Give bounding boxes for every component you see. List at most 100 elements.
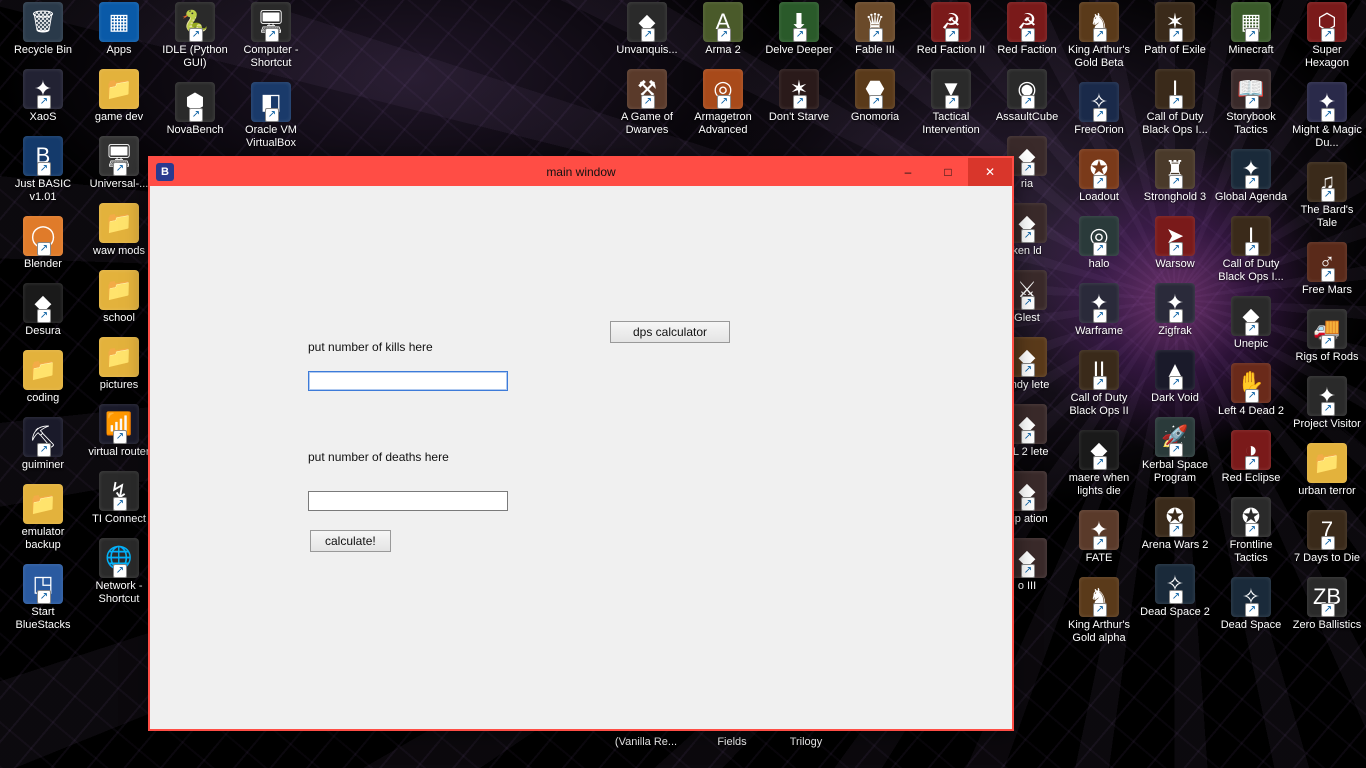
shortcut-overlay-icon: ↗ [1021,95,1035,109]
desktop-icon-king-arthur-gold-alpha[interactable]: ♞↗King Arthur's Gold alpha [1062,577,1136,645]
maximize-button[interactable]: □ [928,158,968,186]
desktop-icon-universal[interactable]: 🖥↗Universal-... [82,136,156,191]
desktop-icon-blender[interactable]: ◯↗Blender [6,216,80,271]
desktop-icon-just-basic[interactable]: B↗Just BASIC v1.01 [6,136,80,204]
shortcut-overlay-icon: ↗ [1093,175,1107,189]
desktop-icon-dark-void[interactable]: ▲↗Dark Void [1138,350,1212,405]
desktop-icon-desura[interactable]: ◆↗Desura [6,283,80,338]
calculate-button[interactable]: calculate! [310,530,391,552]
desktop-icon-stronghold3[interactable]: ♜↗Stronghold 3 [1138,149,1212,204]
desktop-icon-xaos[interactable]: ✦↗XaoS [6,69,80,124]
app-icon: B [156,163,174,181]
shortcut-overlay-icon: ↗ [189,108,203,122]
kills-input[interactable] [308,371,508,391]
desktop-icon-game-dev[interactable]: 📁game dev [82,69,156,124]
desktop-icon-zero-ballistics[interactable]: ZB↗Zero Ballistics [1290,577,1364,632]
desktop-icon-emulator-backup[interactable]: 📁emulator backup [6,484,80,552]
desktop-icon-label: IDLE (Python GUI) [158,44,232,70]
desktop-icon-arena-wars-2[interactable]: ✪↗Arena Wars 2 [1138,497,1212,552]
shortcut-overlay-icon: ↗ [1321,536,1335,550]
desktop-icon-maere[interactable]: ◆↗maere when lights die [1062,430,1136,498]
desktop-icon-7dtd[interactable]: 7↗7 Days to Die [1290,510,1364,565]
desktop-icon-delve-deeper[interactable]: ⬇↗Delve Deeper [762,2,836,57]
desktop-icon-idle-python[interactable]: 🐍↗IDLE (Python GUI) [158,2,232,70]
desktop-icon-apps[interactable]: ▦Apps [82,2,156,57]
desktop-icon-gnomoria[interactable]: ⬣↗Gnomoria [838,69,912,124]
desktop-icon-fable3[interactable]: ♛↗Fable III [838,2,912,57]
desktop-icon-freeorion[interactable]: ✧↗FreeOrion [1062,82,1136,137]
desktop-icon-super-hexagon[interactable]: ⬡↗Super Hexagon [1290,2,1364,70]
desktop-icon-game-of-dwarves[interactable]: ⚒↗A Game of Dwarves [610,69,684,137]
desktop-icon-dead-space-2[interactable]: ✧↗Dead Space 2 [1138,564,1212,619]
desktop-icon-label: Dead Space [1221,619,1282,632]
desktop-icon-dont-starve[interactable]: ✶↗Don't Starve [762,69,836,124]
desktop-icon-virtualbox[interactable]: ◧↗Oracle VM VirtualBox [234,82,308,150]
desktop-icon-frontline-tactics[interactable]: ✪↗Frontline Tactics [1214,497,1288,565]
desktop-icon-red-faction[interactable]: ☭↗Red Faction [990,2,1064,57]
desktop-icon-novabench[interactable]: ⬢↗NovaBench [158,82,232,137]
desktop-icon-global-agenda[interactable]: ✦↗Global Agenda [1214,149,1288,204]
desktop-icon-label: Path of Exile [1144,44,1206,57]
desktop-icon-label: The Bard's Tale [1290,204,1364,230]
desktop-icon-urban-terror[interactable]: 📁urban terror [1290,443,1364,498]
desktop-icon-school[interactable]: 📁school [82,270,156,325]
desktop-icon-warframe[interactable]: ✦↗Warframe [1062,283,1136,338]
dps-calculator-button[interactable]: dps calculator [610,321,730,343]
desktop-icon-recycle-bin[interactable]: 🗑Recycle Bin [6,2,80,57]
desktop-icon-coding[interactable]: 📁coding [6,350,80,405]
desktop-icon-cod-bo1[interactable]: I↗Call of Duty Black Ops I... [1138,69,1212,137]
desktop-icon-label: o III [1018,580,1036,593]
desktop-icon-label: King Arthur's Gold Beta [1062,44,1136,70]
desktop-icon-free-mars[interactable]: ♂↗Free Mars [1290,242,1364,297]
desktop-icon-label: Don't Starve [769,111,829,124]
desktop-icon-storybook-tactics[interactable]: 📖↗Storybook Tactics [1214,69,1288,137]
kills-label: put number of kills here [308,340,433,354]
desktop-icon-loadout[interactable]: ✪↗Loadout [1062,149,1136,204]
desktop-icon-ksp[interactable]: 🚀↗Kerbal Space Program [1138,417,1212,485]
desktop-icon-unvanquished[interactable]: ◆↗Unvanquis... [610,2,684,57]
desktop-icon-red-faction-2[interactable]: ☭↗Red Faction II [914,2,988,57]
desktop-icon-warsow[interactable]: ➤↗Warsow [1138,216,1212,271]
desktop-icon-zigfrak[interactable]: ✦↗Zigfrak [1138,283,1212,338]
desktop-icon-might-magic[interactable]: ✦↗Might & Magic Du... [1290,82,1364,150]
desktop-icon-rigs-of-rods[interactable]: 🚚↗Rigs of Rods [1290,309,1364,364]
desktop-icon-waw-mods[interactable]: 📁waw mods [82,203,156,258]
desktop-icon-label: King Arthur's Gold alpha [1062,619,1136,645]
minimize-button[interactable]: – [888,158,928,186]
apps-icon: ▦ [99,2,139,42]
desktop-icon-project-visitor[interactable]: ✦↗Project Visitor [1290,376,1364,431]
shortcut-overlay-icon: ↗ [869,95,883,109]
desktop-icon-label: Warframe [1075,325,1123,338]
shortcut-overlay-icon: ↗ [37,309,51,323]
desktop-icon-unepic[interactable]: ◆↗Unepic [1214,296,1288,351]
desktop-icon-start-bluestacks[interactable]: ◳↗Start BlueStacks [6,564,80,632]
desktop-icon-assaultcube[interactable]: ◉↗AssaultCube [990,69,1064,124]
desktop-icon-label: Global Agenda [1215,191,1287,204]
titlebar[interactable]: B main window – □ ✕ [150,158,1012,186]
desktop-icon-minecraft[interactable]: ▦↗Minecraft [1214,2,1288,57]
desktop-icon-guiminer[interactable]: ⛏↗guiminer [6,417,80,472]
desktop-icon-dead-space[interactable]: ✧↗Dead Space [1214,577,1288,632]
deaths-input[interactable] [308,491,508,511]
desktop-icon-cod-bo2[interactable]: II↗Call of Duty Black Ops II [1062,350,1136,418]
desktop-icon-ti-connect[interactable]: ↯↗TI Connect [82,471,156,526]
desktop-icon-arma2[interactable]: A↗Arma 2 [686,2,760,57]
desktop-icon-halo[interactable]: ◎↗halo [1062,216,1136,271]
desktop-icon-path-of-exile[interactable]: ✶↗Path of Exile [1138,2,1212,57]
desktop-icon-red-eclipse[interactable]: ◑↗Red Eclipse [1214,430,1288,485]
desktop-icon-label: school [103,312,135,325]
close-button[interactable]: ✕ [968,158,1012,186]
desktop-icon-armagetron[interactable]: ◎↗Armagetron Advanced [686,69,760,137]
desktop-icon-bards-tale[interactable]: ♫↗The Bard's Tale [1290,162,1364,230]
desktop-icon-king-arthur-gold-beta[interactable]: ♞↗King Arthur's Gold Beta [1062,2,1136,70]
desktop-icon-tactical-intervention[interactable]: ▼↗Tactical Intervention [914,69,988,137]
desktop-icon-pictures[interactable]: 📁pictures [82,337,156,392]
desktop-icon-cod-bo-partial[interactable]: I↗Call of Duty Black Ops I... [1214,216,1288,284]
desktop-icon-label: coding [27,392,59,405]
shortcut-overlay-icon: ↗ [945,95,959,109]
desktop-icon-fate[interactable]: ✦↗FATE [1062,510,1136,565]
desktop-icon-l4d2[interactable]: ✋↗Left 4 Dead 2 [1214,363,1288,418]
desktop-icon-network-shortcut[interactable]: 🌐↗Network - Shortcut [82,538,156,606]
desktop-icon-virtual-router[interactable]: 📶↗virtual router [82,404,156,459]
desktop-icon-computer-shortcut[interactable]: 🖥↗Computer - Shortcut [234,2,308,70]
